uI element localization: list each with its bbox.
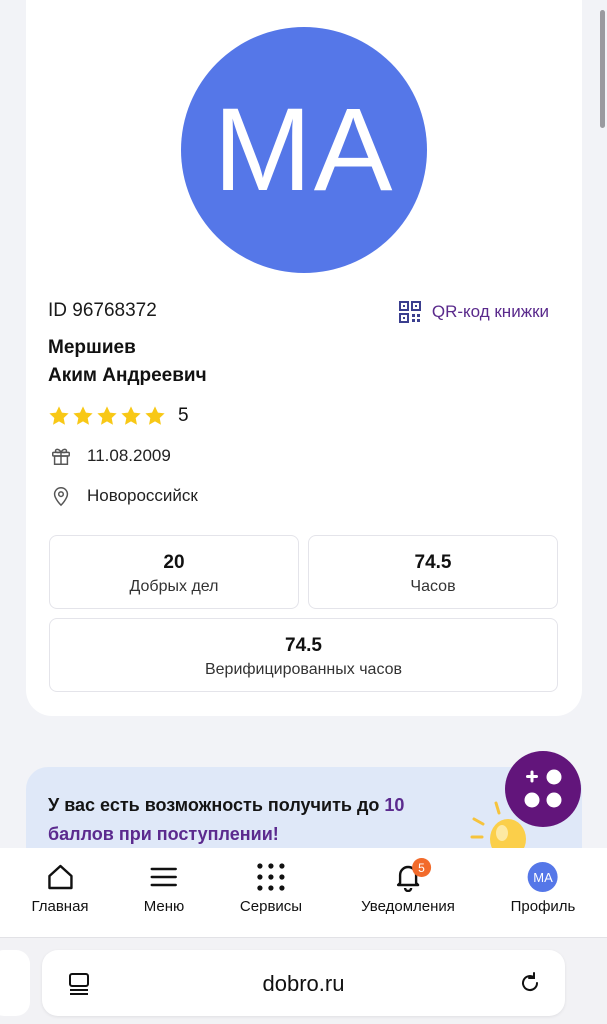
grid-dots-icon — [257, 863, 285, 891]
nav-label: Уведомления — [361, 898, 455, 915]
rating-value: 5 — [178, 405, 189, 426]
qr-code-icon — [398, 301, 421, 323]
home-icon — [47, 864, 73, 890]
avatar-initials: МА — [213, 84, 395, 216]
profile-avatar[interactable]: МА — [181, 27, 427, 273]
promo-text-main: У вас есть возможность получить до — [48, 795, 385, 815]
nav-item-menu[interactable]: Меню — [143, 860, 185, 915]
nav-label: Главная — [31, 898, 89, 915]
star-icon — [145, 406, 165, 425]
stat-label: Часов — [410, 578, 456, 595]
star-icon — [49, 406, 69, 425]
birth-date: 11.08.2009 — [87, 446, 171, 465]
city: Новороссийск — [87, 486, 198, 505]
birthdate-row: 11.08.2009 — [50, 445, 171, 467]
stat-label: Добрых дел — [129, 578, 219, 595]
gift-icon — [52, 448, 70, 465]
star-icon — [121, 406, 141, 425]
stat-label: Верифицированных часов — [204, 661, 403, 678]
star-icon — [97, 406, 117, 425]
profile-card: МА ID 96768372 QR-код книжки Мершиев Аки… — [26, 0, 582, 716]
stat-verified-hours: 74.5 Верифицированных часов — [49, 618, 558, 692]
browser-toolbar: dobro.ru — [0, 938, 607, 1024]
address-bar[interactable]: dobro.ru — [42, 950, 565, 1016]
nav-label: Меню — [143, 898, 185, 915]
nav-item-profile[interactable]: МА Профиль — [510, 860, 576, 915]
promo-banner[interactable]: У вас есть возможность получить до 10 ба… — [26, 767, 582, 857]
nav-item-notifications[interactable]: 5 Уведомления — [361, 858, 455, 915]
nav-label: Профиль — [510, 898, 576, 915]
city-row: Новороссийск — [50, 485, 198, 507]
qr-link-label: QR-код книжки — [431, 302, 549, 321]
stat-value: 74.5 — [285, 635, 322, 656]
stat-value: 20 — [163, 552, 185, 573]
promo-text: У вас есть возможность получить до 10 ба… — [48, 791, 468, 849]
profile-id: ID 96768372 — [48, 300, 157, 321]
profile-first-names: Аким Андреевич — [48, 365, 207, 386]
url-text: dobro.ru — [262, 971, 345, 996]
location-pin-icon — [53, 487, 69, 507]
notification-badge: 5 — [411, 858, 431, 877]
stat-good-deeds: 20 Добрых дел — [49, 535, 299, 609]
reload-icon[interactable] — [517, 970, 543, 996]
nav-item-services[interactable]: Сервисы — [240, 860, 302, 915]
plus-dots-icon — [524, 769, 562, 808]
stat-hours: 74.5 Часов — [308, 535, 558, 609]
profile-fullname: Мершиев Аким Андреевич — [48, 334, 207, 390]
menu-icon — [150, 867, 178, 887]
avatar-initials: МА — [533, 869, 553, 885]
rating-stars — [48, 405, 166, 427]
qr-book-link[interactable]: QR-код книжки — [398, 300, 549, 324]
fab-add-button[interactable] — [505, 751, 581, 827]
page-scrollbar[interactable] — [600, 10, 605, 128]
star-icon — [73, 406, 93, 425]
profile-last-name: Мершиев — [48, 337, 136, 358]
previous-tab-preview[interactable] — [0, 950, 30, 1016]
profile-rating: 5 — [48, 405, 189, 427]
stat-value: 74.5 — [414, 552, 452, 573]
nav-label: Сервисы — [239, 898, 303, 915]
bottom-nav: Главная Меню Сервисы 5 Уведомления МА Пр… — [0, 848, 607, 938]
nav-item-home[interactable]: Главная — [31, 860, 89, 915]
avatar: МА — [527, 862, 558, 892]
